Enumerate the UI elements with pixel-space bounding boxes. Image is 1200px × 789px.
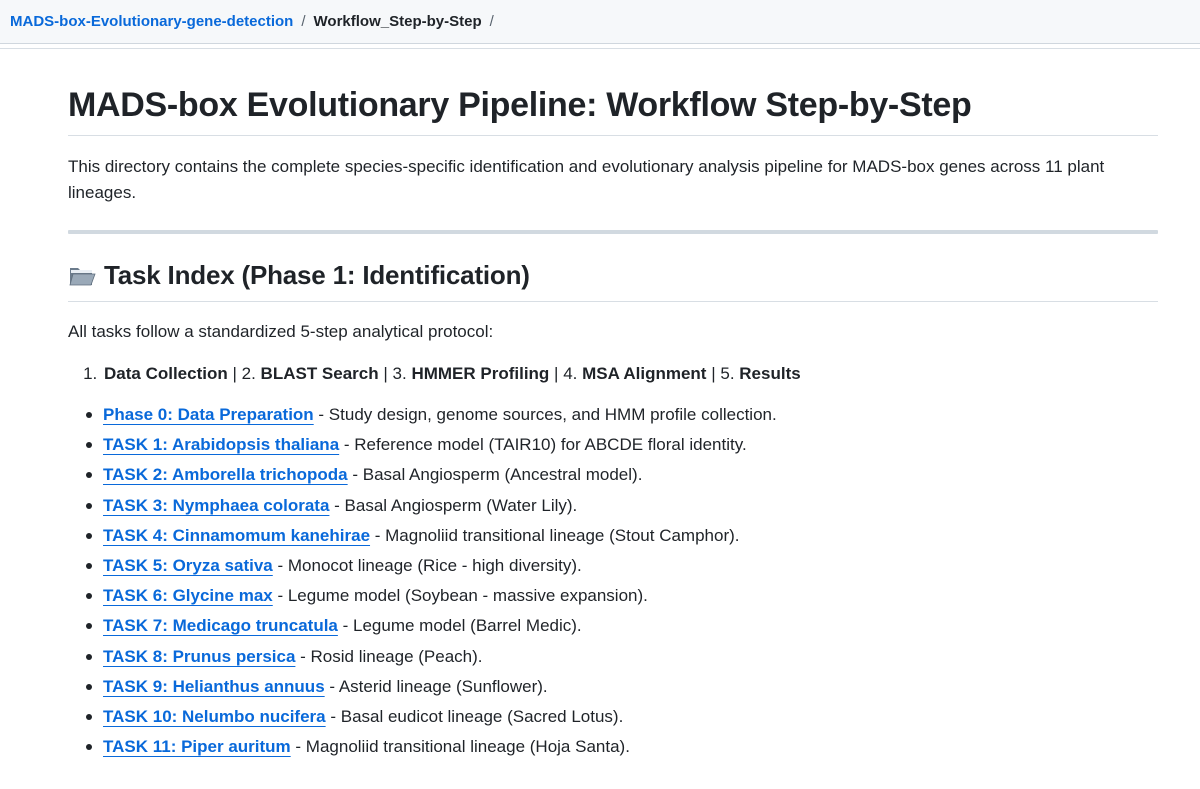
task-description: - Magnoliid transitional lineage (Stout … [370,525,740,545]
breadcrumb-trailing-separator: / [489,13,494,30]
task-description: - Legume model (Barrel Medic). [337,616,582,636]
task-description: - Basal Angiosperm (Water Lily). [329,495,578,515]
protocol-steps-item: Data Collection | 2. BLAST Search | 3. H… [102,364,1158,384]
task-list-item: TASK 3: Nymphaea colorata - Basal Angios… [86,491,1158,521]
task-description: - Asterid lineage (Sunflower). [324,676,548,696]
task-link-1[interactable]: TASK 1: Arabidopsis thaliana [103,435,339,454]
task-link-4[interactable]: TASK 4: Cinnamomum kanehirae [103,526,370,545]
breadcrumb-divider [0,48,1200,49]
readme-content: MADS-box Evolutionary Pipeline: Workflow… [68,60,1158,762]
task-link-phase-0[interactable]: Phase 0: Data Preparation [103,405,314,424]
horizontal-rule [68,230,1158,234]
task-list-item: Phase 0: Data Preparation - Study design… [86,400,1158,430]
task-link-7[interactable]: TASK 7: Medicago truncatula [103,616,338,635]
protocol-intro: All tasks follow a standardized 5-step a… [68,322,494,341]
page-title: MADS-box Evolutionary Pipeline: Workflow… [68,60,1158,136]
intro-paragraph: This directory contains the complete spe… [68,157,1105,202]
breadcrumb-repo-link[interactable]: MADS-box-Evolutionary-gene-detection [10,13,293,30]
task-index-heading: Task Index (Phase 1: Identification) [68,260,1158,302]
step-separator: | [227,364,242,383]
task-description: - Reference model (TAIR10) for ABCDE flo… [339,435,747,455]
step-label: Data Collection [104,364,228,383]
breadcrumb-current: Workflow_Step-by-Step [313,13,482,30]
task-description: - Legume model (Soybean - massive expans… [272,586,648,606]
step-separator: | [706,364,721,383]
task-list-item: TASK 11: Piper auritum - Magnoliid trans… [86,732,1158,762]
task-list-item: TASK 2: Amborella trichopoda - Basal Ang… [86,460,1158,490]
task-list-item: TASK 9: Helianthus annuus - Asterid line… [86,672,1158,702]
step-label: HMMER Profiling [411,364,550,383]
task-link-2[interactable]: TASK 2: Amborella trichopoda [103,465,348,484]
task-list-item: TASK 10: Nelumbo nucifera - Basal eudico… [86,702,1158,732]
task-list-item: TASK 4: Cinnamomum kanehirae - Magnoliid… [86,521,1158,551]
task-link-9[interactable]: TASK 9: Helianthus annuus [103,677,325,696]
step-number: 4. [563,364,578,383]
task-list-item: TASK 6: Glycine max - Legume model (Soyb… [86,581,1158,611]
task-list-item: TASK 1: Arabidopsis thaliana - Reference… [86,430,1158,460]
task-list-item: TASK 7: Medicago truncatula - Legume mod… [86,611,1158,641]
step-number: 5. [720,364,735,383]
task-description: - Study design, genome sources, and HMM … [313,405,777,424]
step-number: 3. [392,364,407,383]
protocol-steps: Data Collection | 2. BLAST Search | 3. H… [68,364,1158,384]
breadcrumb: MADS-box-Evolutionary-gene-detection / W… [0,0,1200,44]
task-description: - Magnoliid transitional lineage (Hoja S… [290,737,630,757]
task-link-6[interactable]: TASK 6: Glycine max [103,586,273,605]
task-link-8[interactable]: TASK 8: Prunus persica [103,647,295,666]
task-index-heading-text: Task Index (Phase 1: Identification) [104,260,530,290]
task-link-10[interactable]: TASK 10: Nelumbo nucifera [103,707,326,726]
task-list-item: TASK 8: Prunus persica - Rosid lineage (… [86,642,1158,672]
task-link-3[interactable]: TASK 3: Nymphaea colorata [103,496,329,515]
step-label: BLAST Search [260,364,379,383]
task-link-5[interactable]: TASK 5: Oryza sativa [103,556,273,575]
task-description: - Monocot lineage (Rice - high diversity… [272,555,582,575]
step-label: Results [739,364,801,383]
task-description: - Basal Angiosperm (Ancestral model). [347,465,643,485]
open-folder-icon [68,264,96,288]
task-list-item: TASK 5: Oryza sativa - Monocot lineage (… [86,551,1158,581]
task-link-11[interactable]: TASK 11: Piper auritum [103,737,291,756]
step-number: 2. [241,364,256,383]
step-separator: | [549,364,564,383]
step-label: MSA Alignment [582,364,707,383]
breadcrumb-separator: / [301,13,306,30]
task-description: - Rosid lineage (Peach). [295,646,483,666]
task-list: Phase 0: Data Preparation - Study design… [68,400,1158,762]
step-separator: | [378,364,393,383]
task-description: - Basal eudicot lineage (Sacred Lotus). [325,706,624,726]
